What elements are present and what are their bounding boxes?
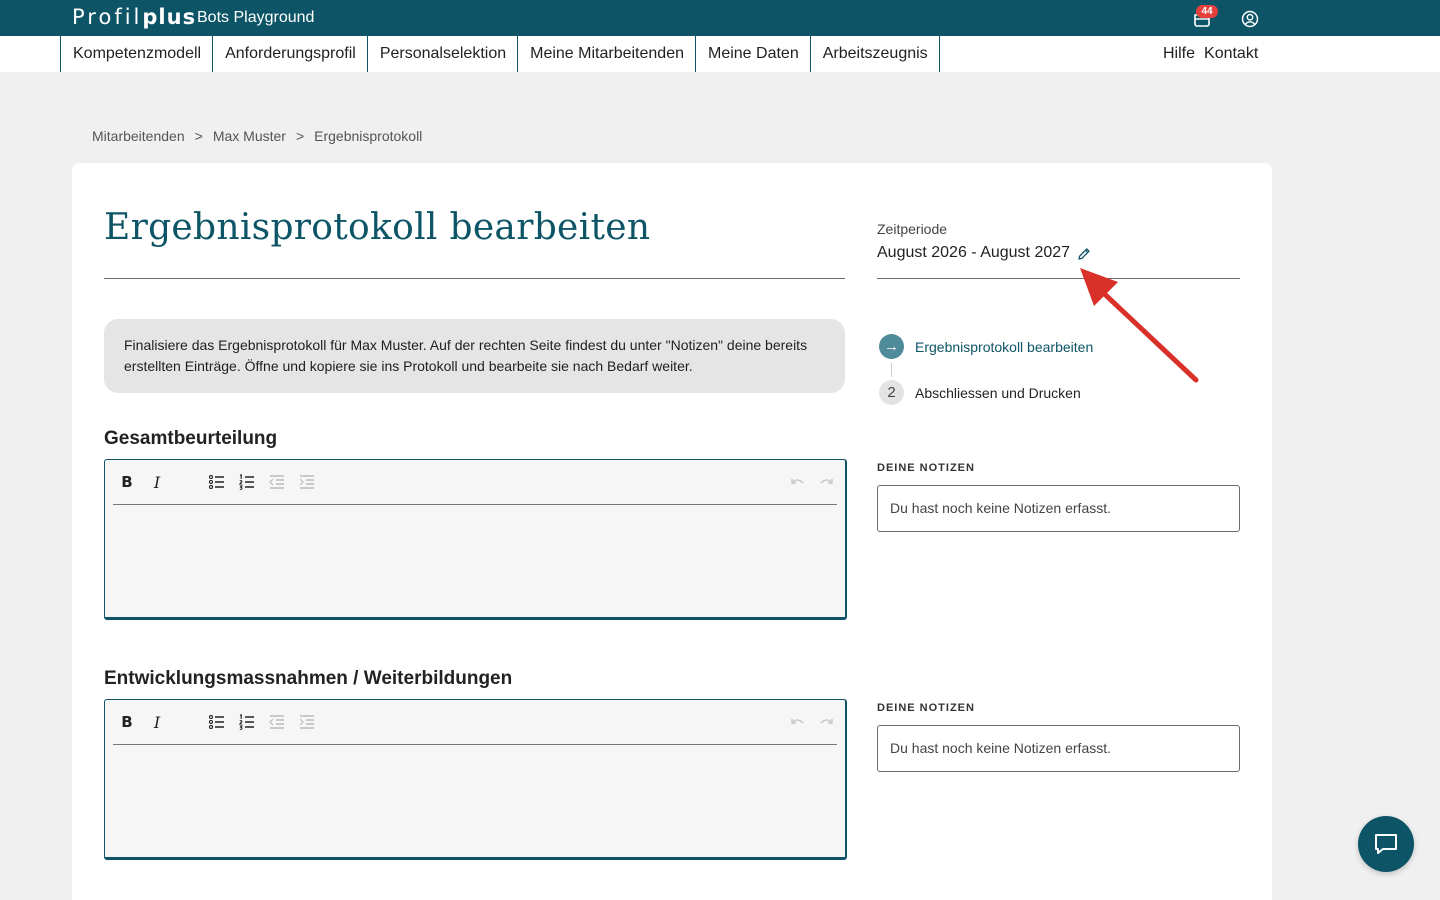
breadcrumb-separator: > [194,128,203,144]
breadcrumb-ergebnisprotokoll: Ergebnisprotokoll [314,128,423,144]
nav-meine-mitarbeitenden[interactable]: Meine Mitarbeitenden [518,36,696,72]
bullet-list-icon[interactable] [207,712,227,732]
numbered-list-icon[interactable] [237,712,257,732]
help-link[interactable]: Hilfe [1163,36,1195,72]
contact-link[interactable]: Kontakt [1204,36,1258,72]
chat-button[interactable] [1358,816,1414,872]
editor-text-area[interactable] [113,506,837,614]
breadcrumb-mitarbeitenden[interactable]: Mitarbeitenden [92,128,185,144]
title-divider [104,278,845,279]
bold-button[interactable]: B [117,472,137,492]
breadcrumb-max-muster[interactable]: Max Muster [213,128,286,144]
step-ergebnisprotokoll-bearbeiten[interactable]: → Ergebnisprotokoll bearbeiten [879,334,1093,359]
numbered-list-icon[interactable] [237,472,257,492]
rich-text-editor-entwicklungsmassnahmen: B I [104,699,847,860]
step-arrow-icon: → [879,334,904,359]
italic-button[interactable]: I [147,472,167,492]
edit-pencil-icon[interactable] [1077,247,1091,261]
nav-anforderungsprofil[interactable]: Anforderungsprofil [213,36,368,72]
editor-toolbar: B I [113,700,837,745]
undo-icon[interactable] [787,472,807,492]
info-message: Finalisiere das Ergebnisprotokoll für Ma… [104,319,845,393]
profilplus-logo[interactable]: Profilplus [72,5,196,29]
redo-icon[interactable] [817,472,837,492]
step-label: Abschliessen und Drucken [915,384,1081,401]
main-navigation: Kompetenzmodell Anforderungsprofil Perso… [0,36,1440,72]
notes-box[interactable]: Du hast noch keine Notizen erfasst. [877,485,1240,532]
step-connector [891,363,892,377]
outdent-icon[interactable] [267,712,287,732]
top-bar: Profilplus Bots Playground 44 [0,0,1440,36]
editor-toolbar: B I [113,460,837,505]
undo-icon[interactable] [787,712,807,732]
period-divider [877,278,1240,279]
cart-count-badge: 44 [1196,5,1218,18]
breadcrumb-separator: > [295,128,305,144]
organization-name: Bots Playground [197,9,315,26]
notes-label: DEINE NOTIZEN [877,462,975,474]
italic-button[interactable]: I [147,712,167,732]
section-title-gesamtbeurteilung: Gesamtbeurteilung [104,428,278,449]
indent-icon[interactable] [297,712,317,732]
outdent-icon[interactable] [267,472,287,492]
bold-button[interactable]: B [117,712,137,732]
period-label: Zeitperiode [877,221,948,237]
nav-meine-daten[interactable]: Meine Daten [696,36,811,72]
nav-items: Kompetenzmodell Anforderungsprofil Perso… [60,36,940,72]
section-title-entwicklungsmassnahmen: Entwicklungsmassnahmen / Weiterbildungen [104,668,513,689]
rich-text-editor-gesamtbeurteilung: B I [104,459,847,620]
chat-bubble-icon [1375,834,1397,854]
nav-right: Hilfe Kontakt [1163,36,1258,72]
editor-text-area[interactable] [113,746,837,854]
nav-arbeitszeugnis[interactable]: Arbeitszeugnis [811,36,940,72]
indent-icon[interactable] [297,472,317,492]
nav-kompetenzmodell[interactable]: Kompetenzmodell [61,36,214,72]
page-title: Ergebnisprotokoll bearbeiten [104,207,651,248]
step-abschliessen-und-drucken[interactable]: 2 Abschliessen und Drucken [879,380,1081,405]
step-number: 2 [879,380,904,405]
notes-label: DEINE NOTIZEN [877,702,975,714]
breadcrumb: Mitarbeitenden > Max Muster > Ergebnispr… [92,128,422,144]
period-value: August 2026 - August 2027 [877,244,1071,261]
redo-icon[interactable] [817,712,837,732]
notes-box[interactable]: Du hast noch keine Notizen erfasst. [877,725,1240,772]
step-label: Ergebnisprotokoll bearbeiten [915,338,1094,355]
user-account-icon[interactable] [1241,10,1259,28]
bullet-list-icon[interactable] [207,472,227,492]
nav-personalselektion[interactable]: Personalselektion [368,36,519,72]
